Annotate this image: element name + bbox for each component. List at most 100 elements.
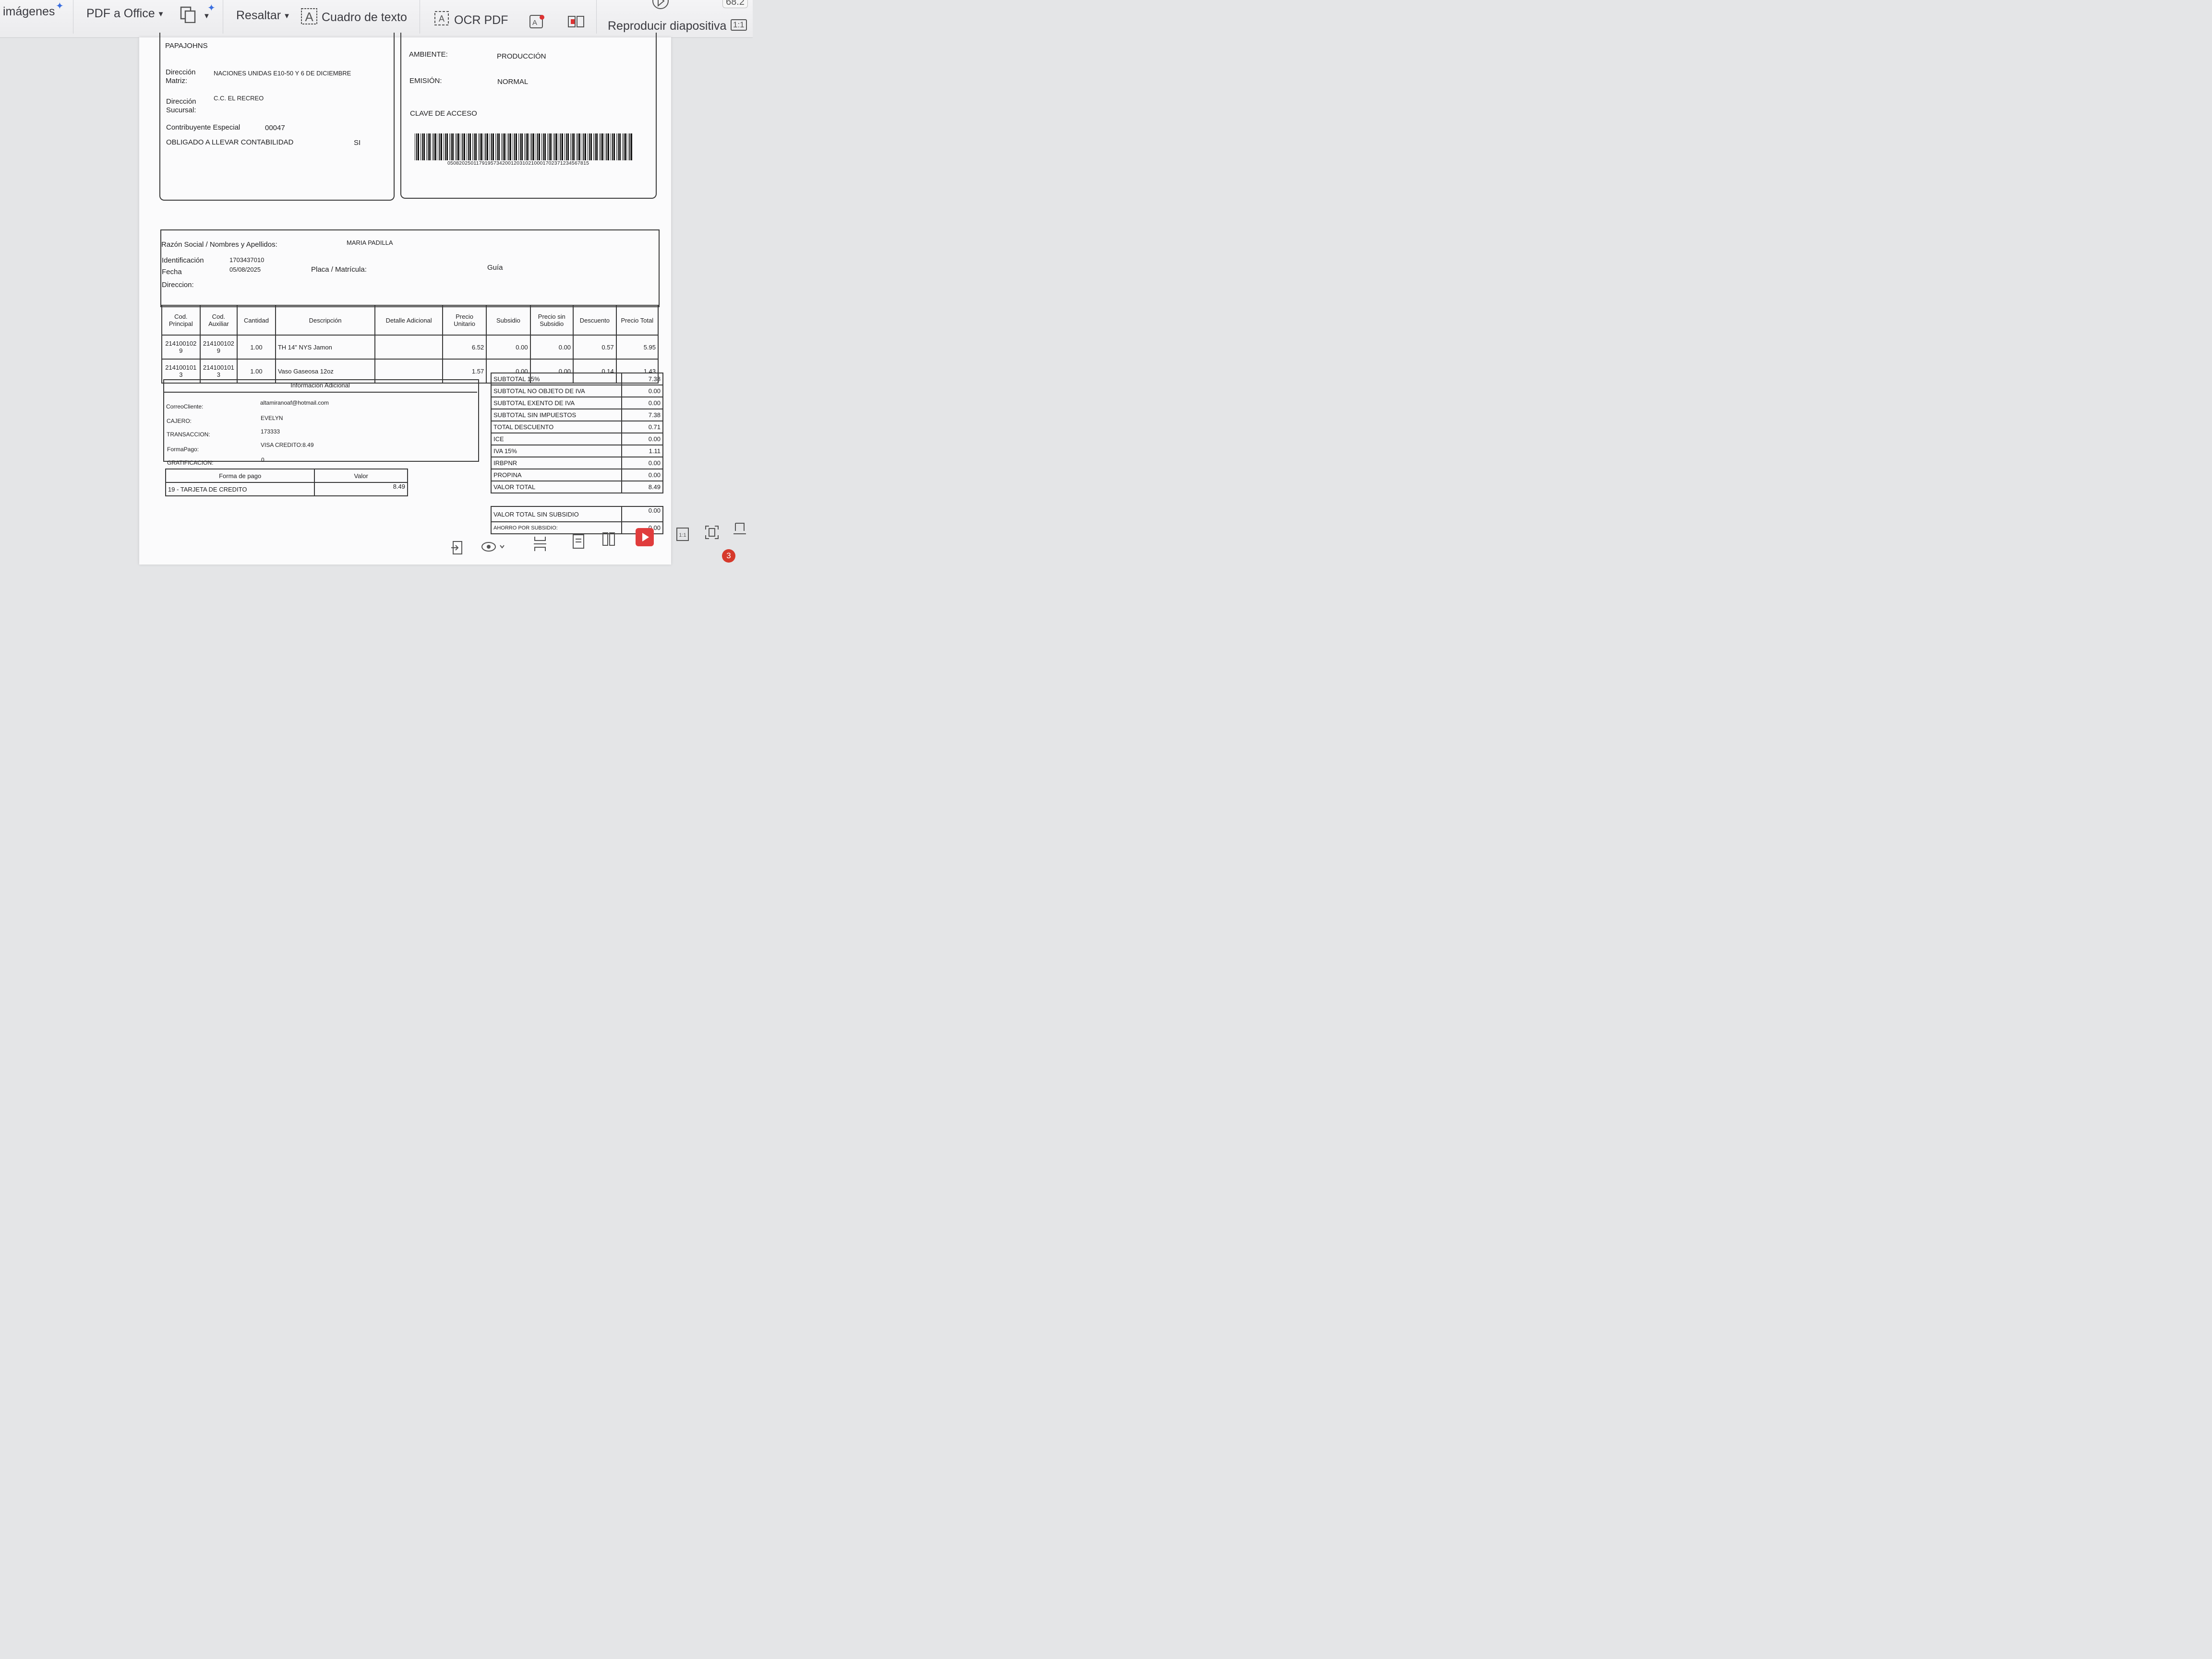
play-icon — [642, 533, 649, 541]
highlight-label: Resaltar — [236, 9, 281, 22]
col-cod-principal: Cod. Principal — [161, 305, 201, 336]
textbox-icon[interactable]: A — [301, 8, 318, 28]
eye-icon[interactable] — [481, 541, 505, 556]
actual-size-icon[interactable]: 1:1 — [731, 19, 747, 31]
actual-size-icon[interactable]: 1:1 — [676, 527, 689, 545]
translate-icon[interactable]: A — [529, 13, 545, 33]
row-precio-unitario: 6.52 — [442, 335, 487, 360]
barcode-bar — [533, 133, 534, 160]
export-icon[interactable] — [450, 540, 465, 559]
total-value: 0.00 — [621, 433, 663, 445]
sucursal-label: Dirección Sucursal: — [166, 97, 196, 114]
contribuyente-value: 00047 — [265, 124, 285, 132]
barcode-bar — [631, 133, 632, 160]
highlight-button[interactable]: Resaltar ▼ — [236, 9, 290, 23]
barcode-bar — [464, 133, 465, 160]
items-header-row: Cod. Principal Cod. Auxiliar Cantidad De… — [161, 305, 659, 336]
col-cod-auxiliar: Cod. Auxiliar — [199, 305, 238, 336]
correo-value: altamiranoaf@hotmail.com — [260, 399, 329, 406]
items-table: Cod. Principal Cod. Auxiliar Cantidad De… — [161, 305, 659, 384]
ocr-icon[interactable]: A — [434, 11, 449, 29]
table-row: ICE 0.00 — [491, 433, 663, 445]
zoom-level[interactable]: 68.2 — [722, 0, 748, 8]
cajero-label: CAJERO: — [167, 418, 192, 424]
play-icon[interactable] — [651, 0, 670, 14]
guia-label: Guía — [487, 264, 503, 272]
textbox-button[interactable]: Cuadro de texto — [322, 11, 407, 24]
payment-amount: 8.49 — [314, 482, 408, 496]
convert-icon[interactable] — [180, 6, 197, 26]
pdf-page: PAPAJOHNS Dirección Matriz: NACIONES UNI… — [139, 33, 671, 565]
barcode-bar — [426, 133, 427, 160]
barcode-bar — [416, 133, 417, 160]
transaccion-value: 173333 — [261, 428, 280, 435]
fecha-label: Fecha — [162, 268, 182, 276]
barcode-bar — [474, 133, 475, 160]
transaccion-label: TRANSACCION: — [167, 431, 210, 438]
barcode-bar — [560, 133, 561, 160]
barcode-bar — [595, 133, 596, 160]
barcode-bar — [503, 133, 504, 160]
bottom-toolbar: 1:1 3 — [442, 523, 753, 565]
chevron-down-icon: ▼ — [283, 12, 290, 20]
barcode-bar — [612, 133, 613, 160]
ai-spark-icon: ✦ — [207, 3, 216, 13]
play-slideshow-button[interactable] — [636, 528, 654, 546]
issuer-box — [159, 33, 395, 201]
fullscreen-icon[interactable] — [705, 525, 719, 543]
barcode-bar — [583, 133, 584, 160]
slideshow-label: Reproducir diapositiva — [608, 19, 727, 33]
total-sin-subsidio-label: VALOR TOTAL SIN SUBSIDIO — [491, 506, 622, 522]
ambiente-label: AMBIENTE: — [409, 50, 448, 59]
row-cod: 2141001029 — [161, 335, 201, 360]
table-row: SUBTOTAL EXENTO DE IVA 0.00 — [491, 397, 663, 409]
total-label: IVA 15% — [491, 445, 622, 457]
barcode-bar — [616, 133, 617, 160]
barcode-bar — [497, 133, 498, 160]
total-label: VALOR TOTAL — [491, 481, 622, 493]
table-row: IRBPNR 0.00 — [491, 457, 663, 469]
total-value: 0.00 — [621, 385, 663, 397]
barcode-bar — [539, 133, 540, 160]
barcode-bar — [527, 133, 529, 160]
barcode-bar — [514, 133, 515, 160]
total-value: 0.00 — [621, 457, 663, 469]
images-label: imágenes — [3, 5, 55, 18]
matriz-value: NACIONES UNIDAS E10-50 Y 6 DE DICIEMBRE — [214, 70, 351, 77]
barcode-bar — [510, 133, 511, 160]
two-page-icon[interactable] — [602, 532, 615, 550]
collapse-icon[interactable] — [733, 522, 747, 541]
direccion-label: Direccion: — [162, 281, 194, 289]
notification-badge[interactable]: 3 — [722, 549, 735, 563]
total-label: TOTAL DESCUENTO — [491, 421, 622, 433]
correo-label: CorreoCliente: — [166, 403, 204, 410]
barcode-bar — [478, 133, 479, 160]
total-label: SUBTOTAL EXENTO DE IVA — [491, 397, 622, 409]
col-detalle: Detalle Adicional — [374, 305, 443, 336]
col-precio-total: Precio Total — [615, 305, 659, 336]
barcode-bar — [573, 133, 575, 160]
images-tool[interactable]: imágenes — [3, 5, 55, 19]
col-subsidio: Subsidio — [486, 305, 531, 336]
page-fit-icon[interactable] — [533, 536, 547, 555]
pdf-to-office-button[interactable]: PDF a Office ▼ — [86, 7, 165, 21]
barcode-bar — [562, 133, 563, 160]
barcode-bar — [619, 133, 621, 160]
compare-icon[interactable] — [567, 14, 585, 33]
ambiente-value: PRODUCCIÓN — [497, 52, 546, 60]
col-precio-sin-subsidio: Precio sin Subsidio — [529, 305, 574, 336]
razon-label: Razón Social / Nombres y Apellidos: — [161, 240, 277, 249]
barcode-bar — [549, 133, 550, 160]
table-row: VALOR TOTAL 8.49 — [491, 481, 663, 493]
barcode-bar — [469, 133, 471, 160]
single-page-icon[interactable] — [572, 534, 585, 553]
slideshow-button[interactable]: Reproducir diapositiva — [608, 19, 726, 33]
barcode-bar — [554, 133, 555, 160]
textbox-label: Cuadro de texto — [322, 11, 407, 24]
barcode-bar — [475, 133, 477, 160]
ocr-pdf-button[interactable]: OCR PDF — [454, 13, 508, 27]
barcode-bar — [613, 133, 615, 160]
barcode-bar — [493, 133, 494, 160]
barcode-bar — [472, 133, 473, 160]
barcode-bar — [550, 133, 552, 160]
